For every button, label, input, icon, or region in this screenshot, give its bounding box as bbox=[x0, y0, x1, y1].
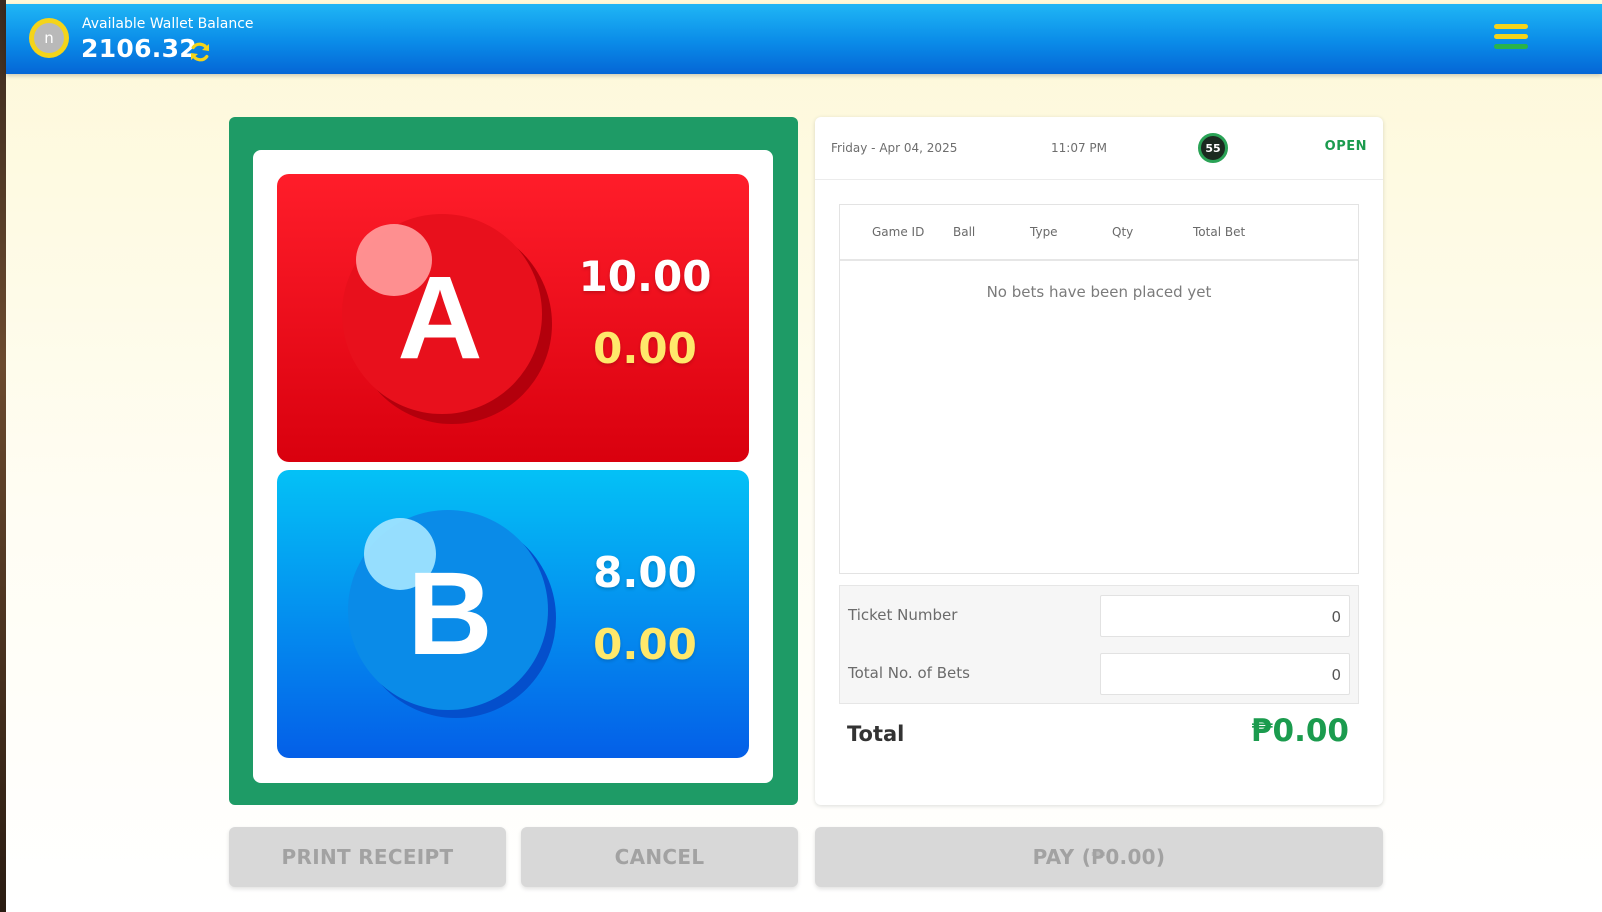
ticket-number-field: 0 bbox=[1100, 595, 1350, 637]
draw-time: 11:07 PM bbox=[1051, 141, 1107, 155]
wallet-balance-amount: 2106.32 bbox=[81, 34, 197, 63]
ball-a-icon: A bbox=[342, 214, 552, 424]
bets-table-header: Game ID Ball Type Qty Total Bet bbox=[840, 205, 1358, 261]
ball-a-letter: A bbox=[397, 252, 482, 384]
ball-b-stake: 0.00 bbox=[593, 620, 697, 669]
column-ball: Ball bbox=[953, 225, 976, 239]
draw-date: Friday - Apr 04, 2025 bbox=[831, 141, 958, 155]
total-bets-label: Total No. of Bets bbox=[848, 664, 970, 682]
ball-a-odds: 10.00 bbox=[578, 252, 712, 301]
cancel-button[interactable]: CANCEL bbox=[521, 827, 798, 887]
total-bets-field: 0 bbox=[1100, 653, 1350, 695]
ticket-summary: Ticket Number 0 Total No. of Bets 0 bbox=[839, 585, 1359, 704]
ticket-header: Friday - Apr 04, 2025 11:07 PM 55 OPEN bbox=[815, 117, 1383, 180]
column-type: Type bbox=[1030, 225, 1058, 239]
status-badge: OPEN bbox=[1324, 139, 1367, 154]
ball-a-stake: 0.00 bbox=[593, 324, 697, 373]
ticket-number-label: Ticket Number bbox=[848, 606, 958, 624]
hamburger-menu-icon[interactable] bbox=[1494, 24, 1528, 52]
avatar[interactable]: n bbox=[29, 18, 69, 58]
column-qty: Qty bbox=[1112, 225, 1134, 239]
pay-button[interactable]: PAY (₱0.00) bbox=[815, 827, 1383, 887]
round-badge: 55 bbox=[1198, 133, 1228, 163]
ball-a-card[interactable]: A 10.00 0.00 bbox=[277, 174, 749, 462]
window-edge bbox=[0, 0, 6, 912]
total-value: ₱0.00 bbox=[1250, 713, 1349, 749]
wallet-balance-label: Available Wallet Balance bbox=[82, 16, 254, 32]
ball-b-letter: B bbox=[407, 548, 492, 680]
ticket-panel: Friday - Apr 04, 2025 11:07 PM 55 OPEN G… bbox=[815, 117, 1383, 805]
column-total-bet: Total Bet bbox=[1193, 225, 1246, 239]
empty-bets-message: No bets have been placed yet bbox=[986, 283, 1212, 301]
print-receipt-button[interactable]: PRINT RECEIPT bbox=[229, 827, 506, 887]
column-game-id: Game ID bbox=[872, 225, 925, 239]
bets-table: Game ID Ball Type Qty Total Bet No bets … bbox=[839, 204, 1359, 574]
ball-selection-panel: A 10.00 0.00 B 8.00 0.00 bbox=[229, 117, 798, 805]
avatar-initial: n bbox=[34, 23, 64, 53]
refresh-icon[interactable] bbox=[188, 40, 212, 64]
ball-selection-inner: A 10.00 0.00 B 8.00 0.00 bbox=[253, 150, 773, 783]
top-bar: n Available Wallet Balance 2106.32 bbox=[6, 4, 1602, 74]
total-label: Total bbox=[847, 722, 905, 746]
ball-b-card[interactable]: B 8.00 0.00 bbox=[277, 470, 749, 758]
ball-b-icon: B bbox=[348, 510, 556, 718]
ball-b-odds: 8.00 bbox=[593, 548, 697, 597]
